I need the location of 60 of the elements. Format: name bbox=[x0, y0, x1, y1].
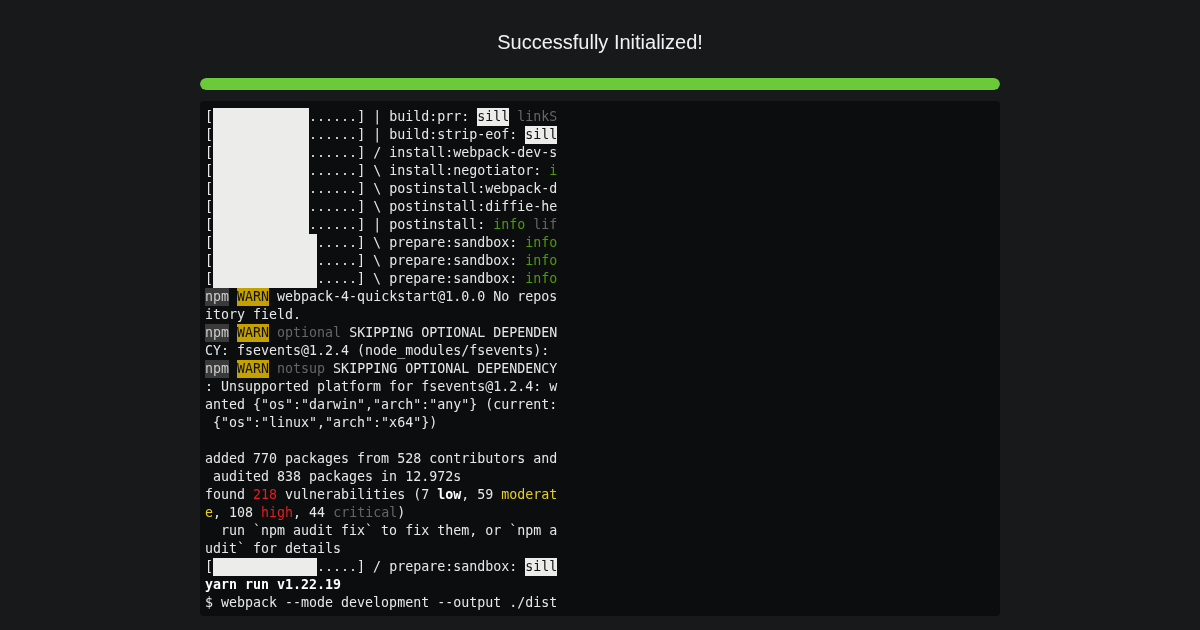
terminal-text: ...... bbox=[309, 180, 358, 198]
terminal-line: {"os":"linux","arch":"x64"}) bbox=[212, 414, 439, 432]
terminal-text: info bbox=[525, 270, 558, 288]
terminal-text: info bbox=[525, 252, 558, 270]
terminal-text: ] \ postinstall:diffie-he bbox=[357, 198, 558, 216]
terminal-text: [ bbox=[205, 126, 213, 144]
terminal-text: ] / prepare:sandbox: bbox=[357, 558, 519, 576]
terminal-line: npm WARN optional SKIPPING OPTIONAL DEPENDEN bbox=[205, 324, 559, 342]
terminal-text: linkS bbox=[516, 108, 558, 126]
terminal-text: info bbox=[525, 234, 558, 252]
terminal-text: [ bbox=[205, 216, 213, 234]
terminal-line: yarn run v1.22.19 bbox=[205, 576, 343, 594]
terminal-text: [ bbox=[205, 270, 213, 288]
terminal-text: sill bbox=[525, 558, 558, 576]
terminal-line: npm WARN notsup SKIPPING OPTIONAL DEPENDENCY bbox=[205, 360, 559, 378]
terminal-text: ..... bbox=[317, 270, 358, 288]
terminal-text: ] \ postinstall:webpack-d bbox=[357, 180, 558, 198]
terminal-text: [ bbox=[205, 234, 213, 252]
terminal-line: $ webpack --mode development --output ./dist bbox=[205, 594, 559, 612]
terminal-text: ] | build:prr: bbox=[357, 108, 471, 126]
terminal-text: ] \ install:negotiator: bbox=[357, 162, 543, 180]
terminal-text: lif bbox=[532, 216, 558, 234]
terminal-text: [ bbox=[205, 558, 213, 576]
terminal-text: info bbox=[493, 216, 526, 234]
terminal-text: ] / install:webpack-dev-s bbox=[357, 144, 558, 162]
terminal-text: ..... bbox=[317, 234, 358, 252]
terminal-text: [ bbox=[205, 252, 213, 270]
terminal-text: [ bbox=[205, 144, 213, 162]
terminal-text: [ bbox=[205, 180, 213, 198]
terminal-text: i bbox=[549, 162, 558, 180]
terminal-text: ...... bbox=[309, 162, 358, 180]
terminal-text: ] \ prepare:sandbox: bbox=[357, 270, 519, 288]
terminal-text: ] | postinstall: bbox=[357, 216, 487, 234]
terminal-text: ...... bbox=[309, 126, 358, 144]
terminal-text: ] \ prepare:sandbox: bbox=[357, 252, 519, 270]
terminal-text: [ bbox=[205, 198, 213, 216]
status-title: Successfully Initialized! bbox=[497, 30, 703, 55]
terminal-text: ] \ prepare:sandbox: bbox=[357, 234, 519, 252]
terminal-text: ] | build:strip-eof: bbox=[357, 126, 519, 144]
terminal-text: ..... bbox=[317, 252, 358, 270]
terminal-text: ...... bbox=[309, 198, 358, 216]
terminal-text: ..... bbox=[317, 558, 358, 576]
terminal-text: [ bbox=[205, 162, 213, 180]
terminal-text: ...... bbox=[309, 108, 358, 126]
terminal-line: npm WARN webpack-4-quickstart@1.0.0 No repos bbox=[205, 288, 559, 306]
terminal-text: [ bbox=[205, 108, 213, 126]
terminal-line: : Unsupported platform for fsevents@1.2.4: w bbox=[205, 378, 559, 396]
terminal-line: itory field. bbox=[205, 306, 303, 324]
terminal-text: ...... bbox=[309, 144, 358, 162]
terminal-line: udit` for details bbox=[205, 540, 343, 558]
terminal-line: run `npm audit fix` to fix them, or `npm a bbox=[220, 522, 559, 540]
terminal-line: added 770 packages from 528 contributors and bbox=[205, 450, 559, 468]
terminal-line: anted {"os":"darwin","arch":"any"} (current: bbox=[205, 396, 559, 414]
terminal-line: e, 108 high, 44 critical) bbox=[205, 504, 407, 522]
terminal-text: sill bbox=[477, 108, 510, 126]
terminal-line: found 218 vulnerabilities (7 low, 59 moderat bbox=[205, 486, 559, 504]
terminal-line: audited 838 packages in 12.972s bbox=[212, 468, 463, 486]
terminal-text: ...... bbox=[309, 216, 358, 234]
terminal-line: CY: fsevents@1.2.4 (node_modules/fsevents): bbox=[205, 342, 551, 360]
terminal-text: sill bbox=[525, 126, 558, 144]
